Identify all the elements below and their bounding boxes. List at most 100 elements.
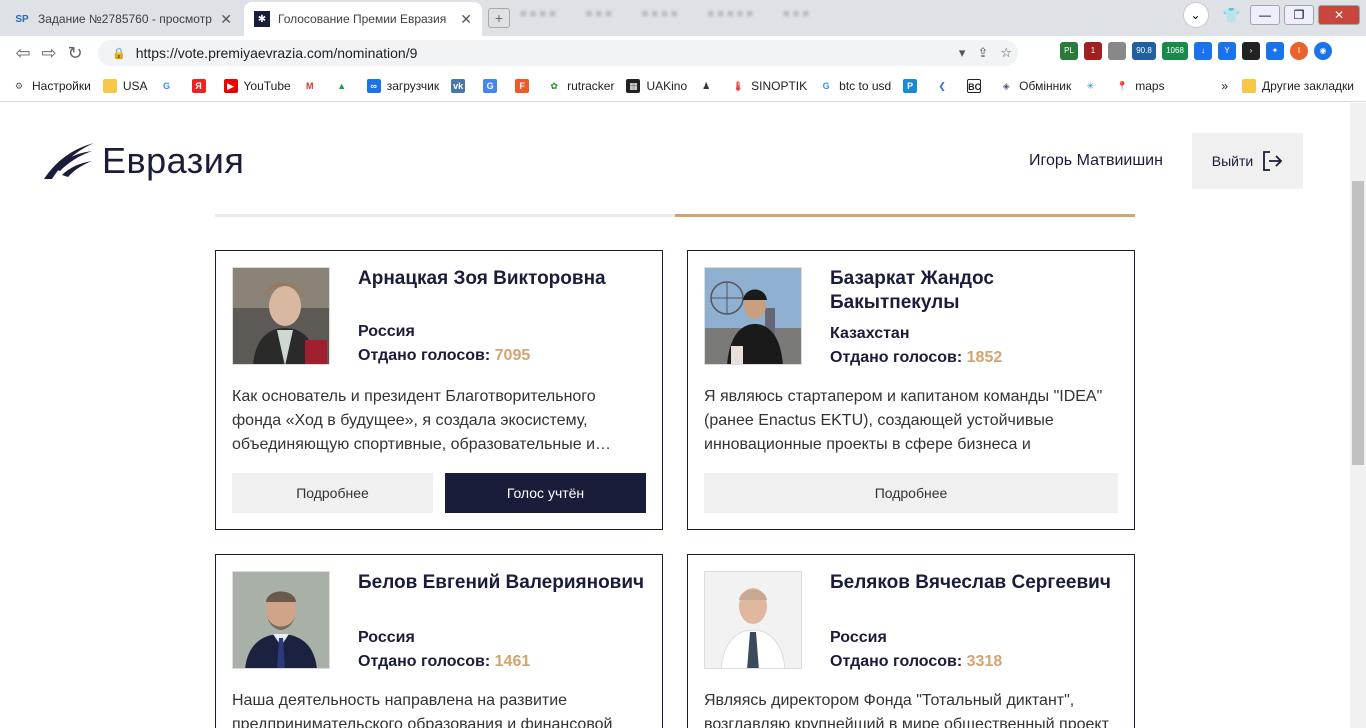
nominee-country: Казахстан	[830, 325, 910, 342]
maximize-button[interactable]: ❐	[1284, 5, 1314, 25]
bookmark-uakino[interactable]: ▦ UAKino	[626, 78, 687, 93]
bookmark-exchange[interactable]: ◈ Обмінник	[999, 79, 1072, 93]
minimize-button[interactable]: —	[1250, 5, 1280, 25]
bookmark-yandex[interactable]: Я	[191, 78, 212, 93]
bookmark-person[interactable]: ♟	[699, 79, 719, 93]
download-icon[interactable]: ↓	[1194, 42, 1212, 60]
nominee-photo	[232, 571, 330, 669]
votes-count: 1852	[966, 349, 1003, 366]
nominee-card: Базаркат Жандос Бакытпекулы Казахстан От…	[687, 250, 1135, 530]
browser-tab-2-active[interactable]: ✱ Голосование Премии Евразия ✕	[244, 2, 482, 36]
one-extension-icon[interactable]: 1	[1084, 42, 1102, 60]
bookmarks-right: » Другие закладки	[1221, 78, 1354, 93]
more-bookmarks-button[interactable]: »	[1221, 79, 1228, 93]
nominee-votes: Отдано голосов: 7095	[358, 347, 531, 364]
user-name: Игорь Матвиишин	[1029, 152, 1163, 169]
other-bookmarks[interactable]: Другие закладки	[1242, 78, 1354, 93]
more-details-button[interactable]: Подробнее	[232, 473, 433, 513]
drive-icon: ▲	[337, 80, 347, 91]
person-icon: ♟	[702, 80, 711, 91]
logout-icon	[1263, 151, 1283, 171]
nominee-country: Россия	[830, 629, 887, 646]
star-icon[interactable]: ☆	[1000, 45, 1012, 61]
votes-count: 3318	[966, 653, 1003, 670]
close-tab-icon[interactable]: ✕	[460, 11, 472, 28]
puzzle-icon[interactable]: ✦	[1266, 42, 1284, 60]
nominee-photo	[704, 571, 802, 669]
bookmark-translate[interactable]: G	[483, 78, 503, 93]
bookmark-drive[interactable]: ▲	[335, 79, 355, 93]
bookmark-sinoptik[interactable]: 🌡 SINOPTIK	[731, 79, 807, 93]
scrollbar-thumb[interactable]	[1352, 181, 1364, 465]
y-extension-icon[interactable]: Y	[1218, 42, 1236, 60]
profile-avatar-icon[interactable]: I	[1290, 42, 1308, 60]
pl-extension-icon[interactable]: PL	[1060, 42, 1078, 60]
google-icon: G	[163, 80, 171, 91]
bookmark-youtube[interactable]: ▶ YouTube	[223, 78, 291, 93]
number-extension-icon[interactable]: 1068	[1162, 42, 1188, 60]
bookmark-f[interactable]: F	[515, 78, 535, 93]
logout-label: Выйти	[1211, 153, 1254, 169]
bookmark-vk[interactable]: vk	[451, 78, 471, 93]
bookmark-downloader[interactable]: ∞ загрузчик	[366, 78, 439, 93]
rutracker-icon: ✿	[550, 80, 558, 91]
progress-bar	[215, 214, 1135, 217]
bookmark-gmail[interactable]: M	[303, 79, 323, 93]
sp-favicon-icon: SP	[15, 13, 29, 25]
nominee-name: Белов Евгений Валериянович	[358, 572, 645, 593]
share-icon[interactable]: ⇪	[977, 45, 988, 61]
progress-fill	[675, 214, 1135, 217]
back-arrow-icon[interactable]: ⇦	[10, 43, 36, 64]
forward-arrow-icon[interactable]: ⇨	[36, 43, 62, 64]
tab-title: Задание №2785760 - просмотр з	[38, 12, 215, 26]
close-tab-icon[interactable]: ✕	[220, 11, 232, 28]
nominee-description: Являясь директором Фонда "Тотальный дикт…	[704, 692, 1109, 728]
logout-button[interactable]: Выйти	[1192, 133, 1303, 189]
translate-icon: G	[483, 78, 498, 93]
bookmark-btc[interactable]: Gbtc to usd	[819, 79, 892, 93]
bookmark-maps[interactable]: 📍 maps	[1115, 79, 1165, 93]
more-details-button[interactable]: Подробнее	[704, 473, 1118, 513]
bookmark-settings[interactable]: ⚙ Настройки	[12, 79, 91, 93]
bookmark-snowflake[interactable]: ✳	[1083, 79, 1103, 93]
f-icon: F	[515, 78, 530, 93]
votes-count: 7095	[494, 347, 531, 364]
browser-tab-1[interactable]: SP Задание №2785760 - просмотр з ✕	[4, 2, 242, 36]
extensions-bar: PL 1 90.8 1068 ↓ Y › ✦ I ◉	[1060, 42, 1332, 60]
site-logo[interactable]: Евразия	[42, 139, 244, 183]
nominee-country: Россия	[358, 629, 415, 646]
briefcase-extension-icon[interactable]	[1108, 42, 1126, 60]
window-controls: ⌄ 👕 — ❐ ✕	[1182, 2, 1360, 28]
bookmark-rutracker[interactable]: ✿ rutracker	[547, 79, 614, 93]
bookmark-arrow[interactable]: ❮	[935, 79, 955, 93]
nominee-card: Белов Евгений Валериянович Россия Отдано…	[215, 554, 663, 728]
votes-count: 1461	[494, 653, 531, 670]
browser-tab-strip: SP Задание №2785760 - просмотр з ✕ ✱ Гол…	[0, 0, 1366, 36]
nominee-votes: Отдано голосов: 3318	[830, 653, 1003, 670]
blurred-tabs: ■ ■ ■ ■ ■ ■ ■ ■ ■ ■ ■ ■ ■ ■ ■ ■ ■ ■ ■	[520, 8, 810, 20]
new-tab-button[interactable]: +	[488, 8, 510, 28]
bookmark-p[interactable]: P	[903, 78, 923, 93]
logo-swoosh-icon	[44, 143, 94, 179]
bookmark-usa[interactable]: USA	[102, 78, 148, 93]
nominee-votes: Отдано голосов: 1852	[830, 349, 1003, 366]
earth-icon[interactable]: ◉	[1314, 42, 1332, 60]
reload-icon[interactable]: ↻	[62, 43, 88, 64]
tab-title: Голосование Премии Евразия	[278, 12, 447, 26]
thermometer-icon: 🌡	[732, 80, 744, 91]
address-bar[interactable]: 🔒 https://vote.premiyaevrazia.com/nomina…	[98, 40, 1018, 66]
infinity-icon: ∞	[366, 78, 381, 93]
arrow-extension-icon[interactable]: ›	[1242, 42, 1260, 60]
close-window-button[interactable]: ✕	[1318, 5, 1360, 25]
bookmark-google[interactable]: G	[160, 79, 180, 93]
dropdown-icon[interactable]: ▾	[959, 45, 966, 61]
vote-counted-button[interactable]: Голос учтён	[445, 473, 646, 513]
profile-circle-icon[interactable]: ⌄	[1182, 2, 1209, 28]
logo-text: Евразия	[102, 140, 245, 181]
snowflake-icon: ✳	[1086, 80, 1095, 91]
bookmark-bc[interactable]: BC	[967, 78, 987, 93]
nominee-card: Беляков Вячеслав Сергеевич Россия Отдано…	[687, 554, 1135, 728]
page-scrollbar[interactable]	[1350, 103, 1366, 728]
lock-icon: 🔒	[112, 47, 126, 60]
temp-extension-icon[interactable]: 90.8	[1132, 42, 1156, 60]
